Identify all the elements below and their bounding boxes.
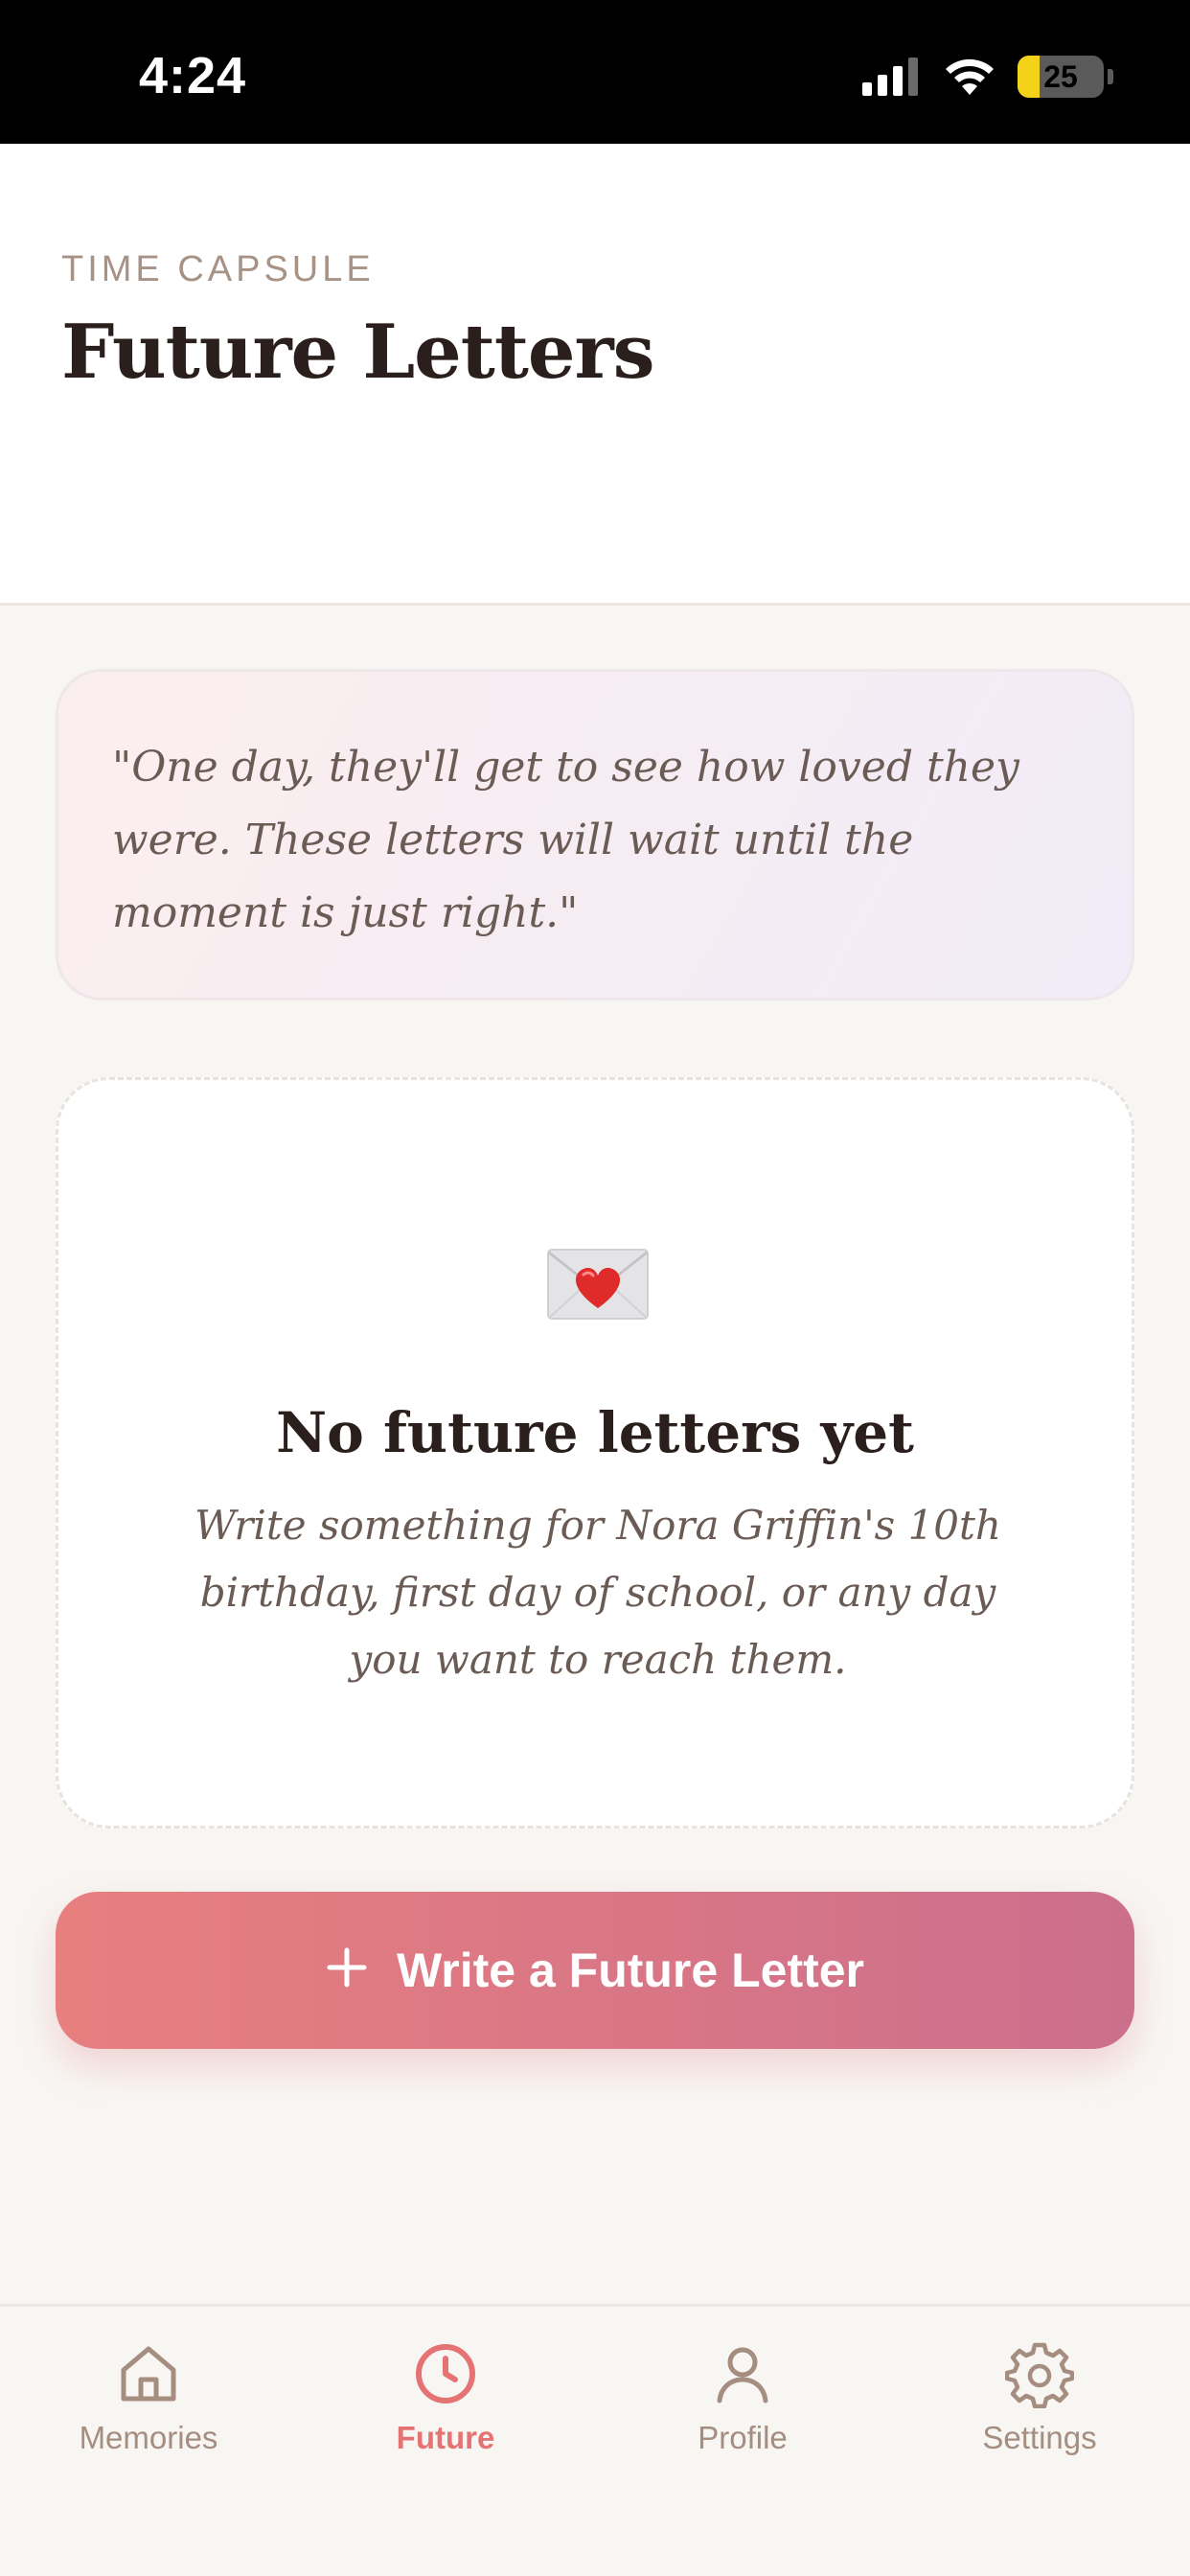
clock-icon	[416, 2344, 475, 2404]
nav-label-settings: Settings	[982, 2420, 1097, 2455]
write-future-letter-label: Write a Future Letter	[396, 1944, 865, 1997]
cellular-signal-icon	[862, 58, 918, 96]
status-time: 4:24	[139, 47, 247, 104]
empty-state-card: No future letters yet Write something fo…	[56, 1077, 1134, 1828]
bottom-nav: Memories Future Profile Settings	[0, 2304, 1190, 2576]
page-eyebrow: TIME CAPSULE	[61, 249, 375, 289]
status-bar: 4:24 25	[0, 0, 1190, 144]
wifi-icon	[946, 58, 994, 95]
person-icon	[717, 2347, 768, 2404]
empty-state-title: No future letters yet	[276, 1400, 914, 1465]
empty-state-description: Write something for Nora Griffin's 10th …	[195, 1502, 1001, 1683]
quote-card: "One day, they'll get to see how loved t…	[56, 669, 1134, 1000]
status-icons: 25	[862, 56, 1113, 98]
nav-label-future: Future	[396, 2420, 495, 2455]
quote-text: "One day, they'll get to see how loved t…	[112, 743, 1019, 937]
nav-label-memories: Memories	[79, 2420, 218, 2455]
write-future-letter-button[interactable]: Write a Future Letter	[56, 1892, 1134, 2049]
love-letter-icon	[547, 1249, 649, 1320]
nav-item-settings[interactable]: Settings	[934, 2339, 1145, 2456]
nav-item-profile[interactable]: Profile	[637, 2339, 848, 2456]
gear-icon	[1005, 2342, 1074, 2408]
nav-label-profile: Profile	[698, 2420, 788, 2455]
home-icon	[121, 2346, 176, 2402]
battery-level: 25	[1043, 58, 1078, 94]
page-title: Future Letters	[61, 309, 654, 396]
plus-icon	[326, 1937, 368, 1998]
nav-item-future[interactable]: Future	[340, 2339, 551, 2456]
nav-item-memories[interactable]: Memories	[43, 2339, 254, 2456]
battery-icon: 25	[1018, 56, 1104, 98]
